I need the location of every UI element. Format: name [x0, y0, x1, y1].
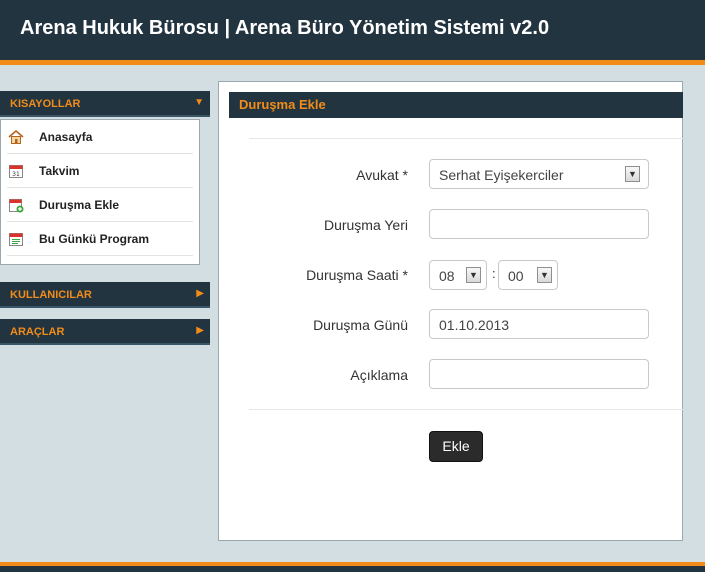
chevron-down-icon[interactable]: ▼	[466, 267, 481, 283]
aciklama-input[interactable]	[429, 359, 649, 389]
sidebar-item-takvim[interactable]: 31 Takvim	[7, 154, 193, 188]
panel-title: Duruşma Ekle	[239, 97, 326, 112]
durusma-gunu-input[interactable]: 01.10.2013	[429, 309, 649, 339]
chevron-down-icon[interactable]: ▼	[537, 267, 552, 283]
calendar-icon: 31	[9, 165, 23, 178]
avukat-select[interactable]: Serhat Eyişekerciler ▼	[429, 159, 649, 189]
sidebar-item-label: Takvim	[39, 164, 80, 178]
panel-header: Duruşma Ekle	[229, 92, 683, 118]
avukat-selected-value: Serhat Eyişekerciler	[439, 167, 564, 183]
hour-value: 08	[439, 268, 455, 284]
sidebar-item-anasayfa[interactable]: Anasayfa	[7, 120, 193, 154]
sidebar-section-kullanicilar[interactable]: KULLANICILAR ▶	[0, 282, 210, 308]
time-separator: :	[492, 266, 496, 281]
sidebar-item-label: Bu Günkü Program	[39, 232, 150, 246]
divider	[249, 138, 683, 139]
durusma-yeri-label: Duruşma Yeri	[323, 217, 408, 233]
durusma-gunu-label: Duruşma Günü	[313, 317, 408, 333]
sidebar-shortcuts-menu: Anasayfa 31 Takvim Duruşma Ekle Bu Günkü…	[0, 119, 200, 265]
sidebar-section-label: KULLANICILAR	[10, 289, 92, 301]
durusma-saati-label: Duruşma Saati *	[306, 267, 408, 283]
app-header: Arena Hukuk Bürosu | Arena Büro Yönetim …	[0, 0, 705, 65]
divider	[249, 409, 683, 410]
calendar-list-icon	[9, 233, 23, 246]
avukat-label: Avukat *	[356, 167, 408, 183]
chevron-right-icon: ▶	[196, 288, 204, 299]
sidebar-section-kisayollar[interactable]: KISAYOLLAR ▼	[0, 91, 210, 117]
sidebar-section-label: KISAYOLLAR	[10, 98, 81, 110]
chevron-down-icon: ▼	[194, 97, 204, 108]
app-footer	[0, 562, 705, 572]
sidebar-item-label: Anasayfa	[39, 130, 93, 144]
home-icon	[8, 129, 24, 144]
svg-text:31: 31	[12, 171, 20, 178]
durusma-gunu-value: 01.10.2013	[439, 317, 510, 333]
chevron-down-icon[interactable]: ▼	[625, 166, 640, 182]
minute-value: 00	[508, 268, 524, 284]
app-title: Arena Hukuk Bürosu | Arena Büro Yönetim …	[20, 17, 550, 39]
main-panel: Duruşma Ekle Avukat * Serhat Eyişekercil…	[218, 81, 683, 541]
sidebar-item-durusma-ekle[interactable]: Duruşma Ekle	[7, 188, 193, 222]
sidebar-section-araclar[interactable]: ARAÇLAR ▶	[0, 319, 210, 345]
sidebar-section-label: ARAÇLAR	[10, 326, 65, 338]
calendar-add-icon	[9, 199, 24, 213]
sidebar-item-bugunku-program[interactable]: Bu Günkü Program	[7, 222, 193, 256]
durusma-yeri-input[interactable]	[429, 209, 649, 239]
chevron-right-icon: ▶	[196, 325, 204, 336]
minute-select[interactable]: 00 ▼	[498, 260, 558, 290]
hour-select[interactable]: 08 ▼	[429, 260, 487, 290]
ekle-button[interactable]: Ekle	[429, 431, 483, 462]
aciklama-label: Açıklama	[350, 367, 408, 383]
sidebar-item-label: Duruşma Ekle	[39, 198, 120, 212]
